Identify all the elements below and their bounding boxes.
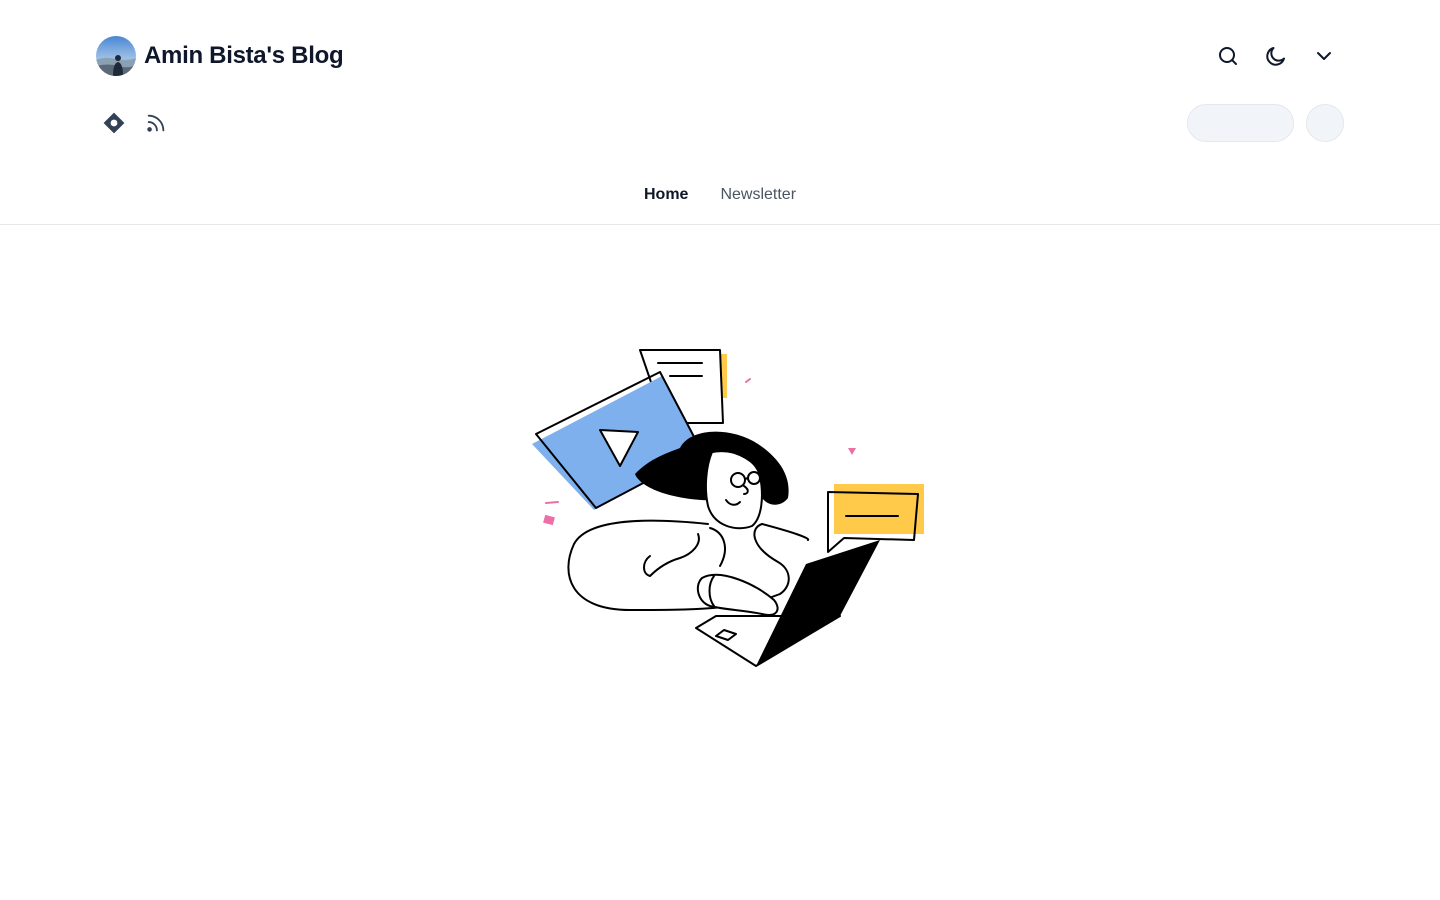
chevron-down-icon [1317, 52, 1331, 60]
header-actions [1208, 36, 1344, 76]
author-avatar [96, 36, 136, 76]
rss-icon [147, 114, 165, 132]
site-header: Amin Bista's Blog Home Newsletter [0, 0, 1440, 225]
social-links [96, 103, 174, 143]
empty-state-illustration [530, 348, 930, 670]
main-nav: Home Newsletter [0, 186, 1440, 204]
blog-title: Amin Bista's Blog [144, 42, 344, 69]
menu-dropdown-button[interactable] [1304, 36, 1344, 76]
nav-item-newsletter[interactable]: Newsletter [720, 186, 796, 204]
hashnode-icon [103, 112, 125, 134]
theme-toggle-button[interactable] [1256, 36, 1296, 76]
rss-link[interactable] [138, 103, 174, 143]
hashnode-link[interactable] [96, 103, 132, 143]
nav-item-home[interactable]: Home [644, 186, 688, 204]
loading-placeholders [1187, 104, 1344, 142]
skeleton-circle [1306, 104, 1344, 142]
skeleton-pill [1187, 104, 1294, 142]
search-button[interactable] [1208, 36, 1248, 76]
search-icon [1219, 47, 1237, 65]
blog-home-link[interactable]: Amin Bista's Blog [96, 36, 344, 76]
moon-icon [1266, 47, 1285, 66]
